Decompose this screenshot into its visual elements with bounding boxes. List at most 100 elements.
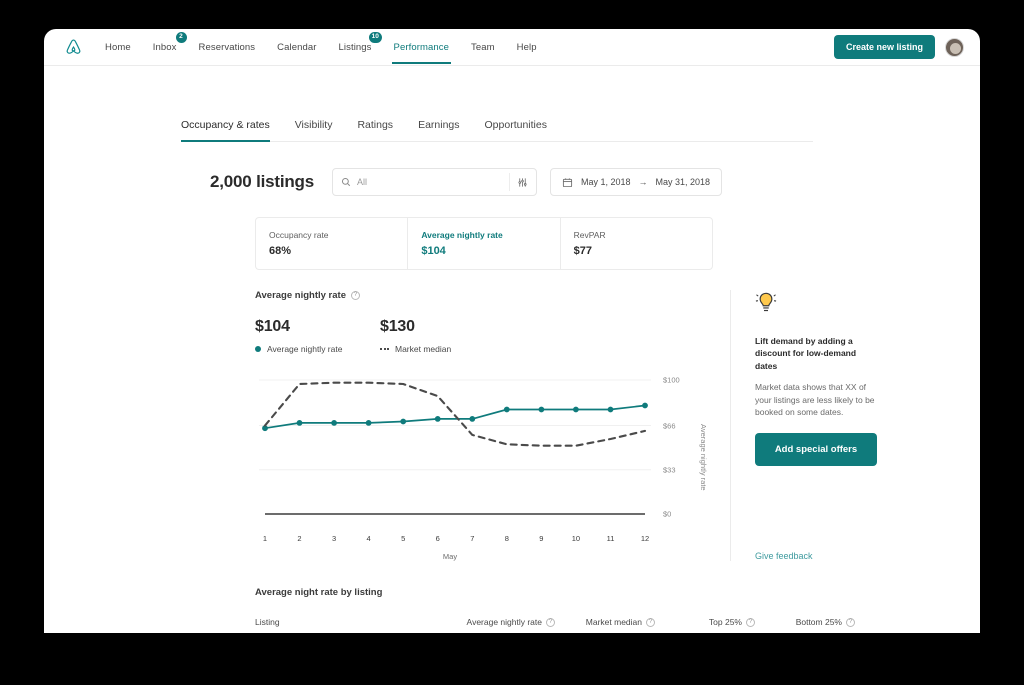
metric-value: $104 bbox=[421, 245, 559, 257]
legend-dashed-line-icon bbox=[380, 348, 389, 350]
tab-opportunities[interactable]: Opportunities bbox=[485, 119, 547, 141]
nav-right-group: Create new listing bbox=[834, 35, 964, 59]
create-new-listing-button[interactable]: Create new listing bbox=[834, 35, 935, 59]
tab-occupancy-and-rates[interactable]: Occupancy & rates bbox=[181, 119, 270, 141]
data-point[interactable] bbox=[608, 407, 614, 413]
nav-item-label: Team bbox=[471, 42, 495, 53]
give-feedback-link[interactable]: Give feedback bbox=[755, 551, 813, 561]
search-box[interactable] bbox=[332, 168, 537, 196]
date-start: May 1, 2018 bbox=[581, 177, 631, 187]
metric-card-group: Occupancy rate 68% Average nightly rate … bbox=[255, 217, 713, 270]
column-label: Listing bbox=[255, 617, 280, 627]
legend-value: $104 bbox=[255, 318, 380, 336]
nav-item-help[interactable]: Help bbox=[506, 31, 548, 64]
device-frame: Home Inbox 2 Reservations Calendar Listi… bbox=[0, 0, 1024, 685]
chart-title: Average nightly rate bbox=[255, 290, 346, 301]
nav-item-inbox[interactable]: Inbox 2 bbox=[142, 31, 188, 64]
metric-label: Occupancy rate bbox=[269, 230, 407, 240]
page-title: 2,000 listings bbox=[210, 172, 314, 192]
page-content: Occupancy & rates Visibility Ratings Ear… bbox=[44, 66, 980, 633]
data-point[interactable] bbox=[400, 419, 406, 425]
nav-item-label: Inbox bbox=[153, 42, 177, 53]
data-point[interactable] bbox=[469, 416, 475, 422]
page-title-row: 2,000 listings bbox=[210, 168, 980, 196]
data-point[interactable] bbox=[642, 403, 648, 409]
x-axis-tick: 8 bbox=[505, 534, 509, 543]
nav-item-performance[interactable]: Performance bbox=[383, 31, 460, 64]
nav-item-listings[interactable]: Listings 10 bbox=[328, 31, 383, 64]
tune-sliders-icon[interactable] bbox=[517, 177, 528, 188]
avatar[interactable] bbox=[945, 38, 964, 57]
nav-item-label: Listings bbox=[339, 42, 372, 53]
data-point[interactable] bbox=[331, 420, 337, 426]
chart-legend: $104 Average nightly rate $130 Market me… bbox=[255, 318, 715, 354]
help-icon[interactable]: ? bbox=[546, 618, 555, 627]
date-range-picker[interactable]: May 1, 2018 → May 31, 2018 bbox=[550, 168, 722, 196]
help-icon[interactable]: ? bbox=[351, 291, 360, 300]
x-axis-tick: 3 bbox=[332, 534, 336, 543]
top-navigation-bar: Home Inbox 2 Reservations Calendar Listi… bbox=[44, 29, 980, 66]
x-axis-tick: 4 bbox=[367, 534, 371, 543]
nav-item-home[interactable]: Home bbox=[94, 31, 142, 64]
y-axis-tick: $100 bbox=[663, 376, 680, 385]
metric-value: $77 bbox=[574, 245, 712, 257]
airbnb-logo-icon[interactable] bbox=[58, 37, 88, 57]
legend-label: Average nightly rate bbox=[267, 344, 342, 354]
nav-item-label: Home bbox=[105, 42, 131, 53]
column-label: Average nightly rate bbox=[467, 617, 542, 627]
search-input[interactable] bbox=[357, 177, 509, 187]
browser-viewport: Home Inbox 2 Reservations Calendar Listi… bbox=[44, 29, 980, 633]
insight-body: Market data shows that XX of your listin… bbox=[755, 381, 880, 419]
date-end: May 31, 2018 bbox=[656, 177, 711, 187]
y-axis-tick: $66 bbox=[663, 421, 676, 430]
tab-label: Opportunities bbox=[485, 119, 547, 131]
nav-items: Home Inbox 2 Reservations Calendar Listi… bbox=[94, 31, 548, 64]
x-axis-tick: 1 bbox=[263, 534, 267, 543]
data-point[interactable] bbox=[504, 407, 510, 413]
data-point[interactable] bbox=[366, 420, 372, 426]
data-point[interactable] bbox=[435, 416, 441, 422]
metric-card-occupancy-rate[interactable]: Occupancy rate 68% bbox=[256, 218, 407, 269]
column-label: Market median bbox=[586, 617, 642, 627]
tab-visibility[interactable]: Visibility bbox=[295, 119, 333, 141]
nav-item-team[interactable]: Team bbox=[460, 31, 506, 64]
tab-label: Occupancy & rates bbox=[181, 119, 270, 131]
column-header-top-25: Top 25% ? bbox=[655, 617, 755, 627]
tab-earnings[interactable]: Earnings bbox=[418, 119, 459, 141]
chart-plot-area: $0 $33 $66 $100 Average nightly rate bbox=[255, 372, 715, 532]
series-line-1 bbox=[265, 383, 645, 446]
chart-gridlines bbox=[259, 380, 651, 470]
nav-item-calendar[interactable]: Calendar bbox=[266, 31, 327, 64]
legend-value: $130 bbox=[380, 318, 505, 336]
chart-container: Average nightly rate ? $104 Average nigh… bbox=[255, 290, 715, 561]
calendar-icon bbox=[562, 177, 573, 188]
add-special-offers-button[interactable]: Add special offers bbox=[755, 433, 877, 466]
search-icon bbox=[341, 177, 351, 187]
lightbulb-icon bbox=[755, 290, 880, 321]
x-axis-tick: 10 bbox=[572, 534, 580, 543]
nav-item-label: Performance bbox=[394, 42, 449, 53]
y-axis-tick: $33 bbox=[663, 465, 676, 474]
x-axis-tick: 11 bbox=[607, 534, 615, 543]
x-axis-tick: 2 bbox=[297, 534, 301, 543]
help-icon[interactable]: ? bbox=[646, 618, 655, 627]
nav-item-reservations[interactable]: Reservations bbox=[188, 31, 267, 64]
column-header-average-nightly-rate: Average nightly rate ? bbox=[455, 617, 555, 627]
y-axis-tick: $0 bbox=[663, 510, 671, 519]
metric-card-average-nightly-rate[interactable]: Average nightly rate $104 bbox=[407, 218, 559, 269]
date-arrow-icon: → bbox=[639, 177, 648, 187]
data-point[interactable] bbox=[573, 407, 579, 413]
legend-label: Market median bbox=[395, 344, 451, 354]
metric-card-revpar[interactable]: RevPAR $77 bbox=[560, 218, 712, 269]
data-point[interactable] bbox=[539, 407, 545, 413]
help-icon[interactable]: ? bbox=[846, 618, 855, 627]
line-chart-svg bbox=[255, 372, 715, 522]
data-point[interactable] bbox=[297, 420, 303, 426]
tab-ratings[interactable]: Ratings bbox=[357, 119, 393, 141]
y-axis-title: Average nightly rate bbox=[699, 424, 708, 491]
insight-title: Lift demand by adding a discount for low… bbox=[755, 335, 880, 372]
inbox-badge: 2 bbox=[176, 32, 187, 43]
help-icon[interactable]: ? bbox=[746, 618, 755, 627]
table-title: Average night rate by listing bbox=[255, 587, 855, 598]
metric-label: Average nightly rate bbox=[421, 230, 559, 240]
